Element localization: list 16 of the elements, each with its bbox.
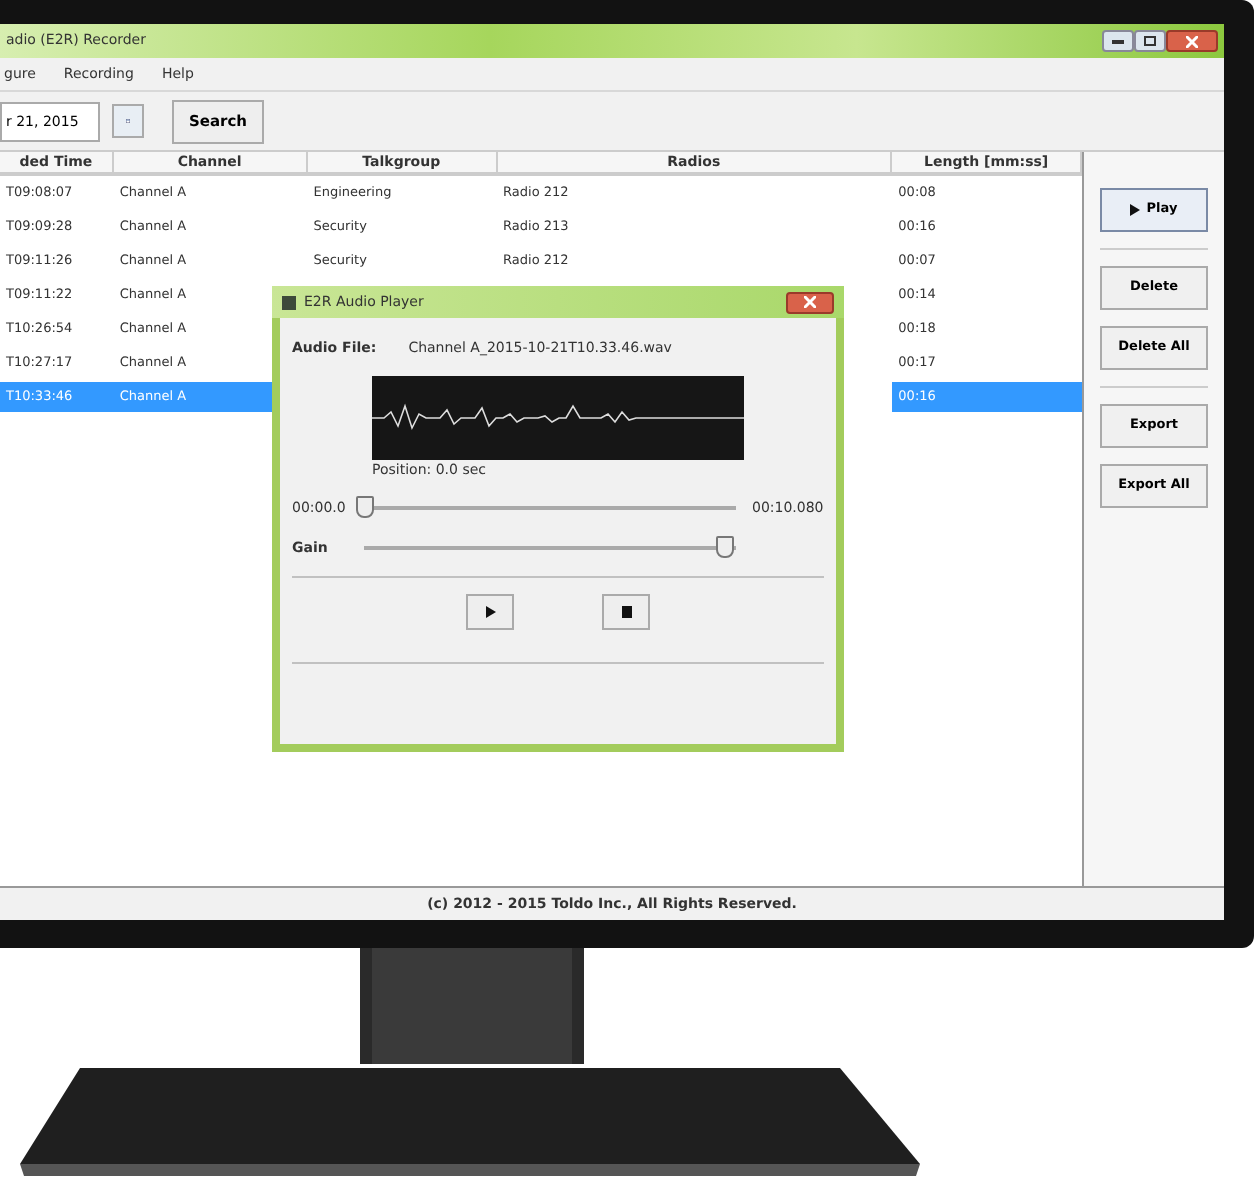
maximize-icon — [1144, 36, 1156, 46]
close-icon — [804, 296, 816, 308]
play-button[interactable] — [466, 594, 514, 630]
minimize-icon — [1112, 39, 1124, 43]
slider-thumb[interactable] — [356, 496, 374, 518]
app-icon — [282, 295, 296, 309]
close-icon — [1186, 35, 1198, 47]
maximize-button[interactable] — [1134, 30, 1166, 52]
play-icon — [1130, 204, 1141, 216]
minimize-button[interactable] — [1102, 30, 1134, 52]
stop-icon — [621, 606, 631, 618]
slider-thumb[interactable] — [716, 536, 735, 558]
close-button[interactable] — [786, 291, 834, 313]
play-icon — [485, 606, 495, 618]
close-button[interactable] — [1166, 30, 1218, 52]
stop-button[interactable] — [602, 594, 650, 630]
